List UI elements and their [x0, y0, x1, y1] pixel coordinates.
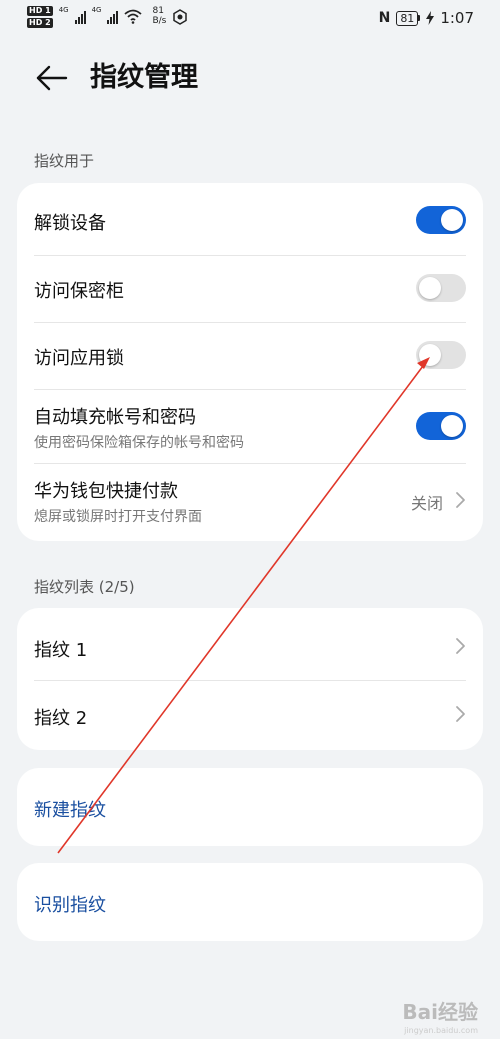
- signal2-icon: [107, 8, 119, 24]
- sim2-label: HD 2: [27, 18, 53, 28]
- status-bar: HD 1 HD 2 4G 4G 81 B/s N 81 1:07: [0, 0, 500, 40]
- network2-label: 4G: [91, 6, 102, 14]
- unlock-device-toggle[interactable]: [416, 206, 466, 234]
- row-title: 访问应用锁: [34, 348, 124, 369]
- list-item[interactable]: 指纹 2: [17, 680, 483, 750]
- chevron-right-icon: [456, 706, 465, 722]
- sim1-indicator: HD 1: [27, 6, 53, 16]
- chevron-right-icon: [456, 492, 465, 508]
- section-label-use: 指纹用于: [34, 152, 95, 170]
- fingerprint-name: 指纹 1: [34, 640, 88, 661]
- row-huawei-wallet[interactable]: 华为钱包快捷付款 熄屏或锁屏时打开支付界面 关闭: [17, 463, 483, 541]
- speed-value: 81: [152, 6, 164, 16]
- new-fingerprint-label: 新建指纹: [34, 800, 106, 821]
- fingerprint-use-card: 解锁设备 访问保密柜 访问应用锁 自动填充帐号和密码 使用密码保险箱保存的帐号和…: [17, 183, 483, 541]
- safe-toggle[interactable]: [416, 274, 466, 302]
- row-autofill[interactable]: 自动填充帐号和密码 使用密码保险箱保存的帐号和密码: [17, 389, 483, 463]
- watermark-sub: jingyan.baidu.com: [404, 1026, 478, 1035]
- section-label-list: 指纹列表 (2/5): [34, 578, 135, 596]
- chevron-right-icon: [456, 638, 465, 654]
- sim1-label: HD 1: [27, 6, 53, 16]
- nfc-icon: N: [378, 10, 391, 26]
- row-subtitle: 使用密码保险箱保存的帐号和密码: [34, 435, 244, 451]
- row-safe[interactable]: 访问保密柜: [17, 255, 483, 322]
- hotspot-icon: [173, 9, 188, 25]
- baidu-watermark: Bai经验 jingyan.baidu.com: [402, 996, 478, 1035]
- page-title: 指纹管理: [90, 62, 198, 93]
- toggle-knob: [441, 209, 463, 231]
- battery-level: 81: [396, 10, 419, 26]
- status-left: HD 1 HD 2 4G 4G 81 B/s: [27, 6, 188, 28]
- battery-icon: 81: [396, 10, 421, 26]
- clock: 1:07: [440, 9, 474, 27]
- sim-indicators: HD 1 HD 2: [27, 6, 53, 28]
- autofill-toggle[interactable]: [416, 412, 466, 440]
- fingerprint-name: 指纹 2: [34, 708, 88, 729]
- sim2-indicator: HD 2: [27, 18, 53, 28]
- charging-icon: [426, 11, 435, 25]
- row-title: 自动填充帐号和密码: [34, 407, 196, 428]
- toggle-knob: [419, 277, 441, 299]
- fingerprint-list-card: 指纹 1 指纹 2: [17, 608, 483, 750]
- app-header: 指纹管理: [0, 48, 500, 108]
- list-item[interactable]: 指纹 1: [17, 608, 483, 680]
- app-lock-toggle[interactable]: [416, 341, 466, 369]
- speed-unit: B/s: [152, 16, 167, 26]
- wifi-icon: [124, 9, 143, 24]
- wallet-status: 关闭: [410, 494, 443, 513]
- identify-fingerprint-button[interactable]: 识别指纹: [17, 863, 483, 941]
- row-title: 访问保密柜: [34, 281, 124, 302]
- row-app-lock[interactable]: 访问应用锁: [17, 322, 483, 389]
- new-fingerprint-button[interactable]: 新建指纹: [17, 768, 483, 846]
- row-subtitle: 熄屏或锁屏时打开支付界面: [34, 509, 202, 525]
- watermark-text: Bai经验: [402, 1000, 478, 1024]
- toggle-knob: [419, 344, 441, 366]
- toggle-knob: [441, 415, 463, 437]
- identify-fingerprint-label: 识别指纹: [34, 895, 106, 916]
- signal-icon: [74, 8, 86, 24]
- network1-label: 4G: [58, 6, 69, 14]
- row-title: 解锁设备: [34, 213, 106, 234]
- row-unlock-device[interactable]: 解锁设备: [17, 183, 483, 255]
- row-title: 华为钱包快捷付款: [34, 481, 178, 502]
- back-arrow-icon[interactable]: [34, 60, 70, 96]
- network-speed: 81 B/s: [152, 6, 166, 26]
- status-right: N 81 1:07: [379, 9, 474, 27]
